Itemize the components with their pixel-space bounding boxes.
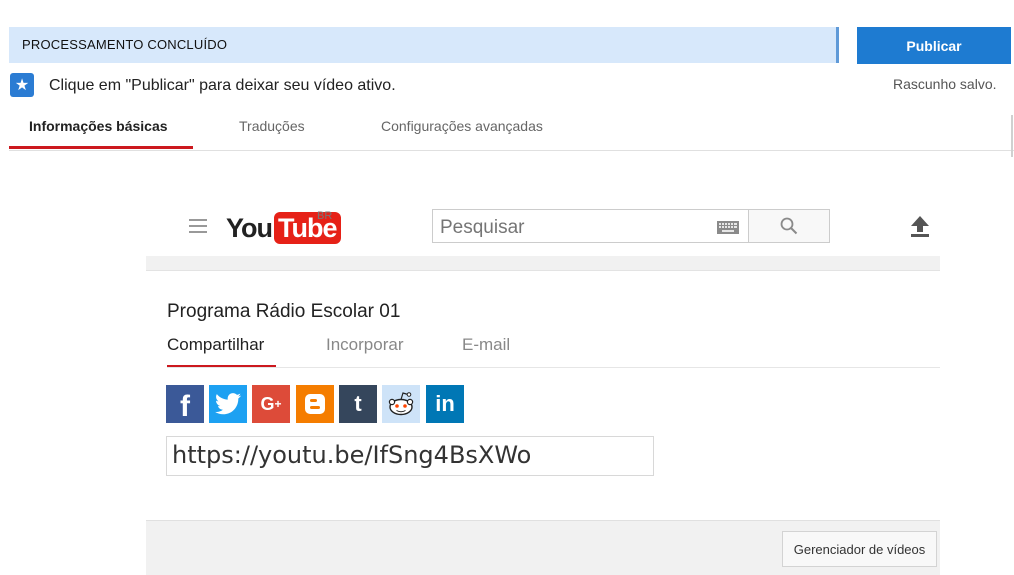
draft-status: Rascunho salvo.: [893, 76, 997, 92]
tab-advanced-settings[interactable]: Configurações avançadas: [381, 118, 543, 134]
region-label: BR: [317, 210, 333, 222]
blogger-icon[interactable]: [296, 385, 334, 423]
upload-icon[interactable]: [909, 214, 931, 238]
reddit-icon[interactable]: [382, 385, 420, 423]
menu-icon[interactable]: [189, 219, 207, 237]
header-separator: [146, 256, 940, 271]
video-title: Programa Rádio Escolar 01: [167, 301, 401, 322]
video-manager-button[interactable]: Gerenciador de vídeos: [782, 531, 937, 567]
keyboard-icon[interactable]: [717, 221, 739, 234]
share-tabs-divider: [167, 367, 940, 368]
facebook-icon[interactable]: f: [166, 385, 204, 423]
publish-button[interactable]: Publicar: [857, 27, 1011, 64]
search-button[interactable]: [748, 209, 830, 243]
star-icon: ★: [10, 73, 34, 97]
share-url-input[interactable]: [172, 441, 642, 469]
twitter-icon[interactable]: [209, 385, 247, 423]
tab-translations[interactable]: Traduções: [239, 118, 305, 134]
linkedin-icon[interactable]: in: [426, 385, 464, 423]
scrollbar[interactable]: [1011, 115, 1013, 157]
info-message: Clique em "Publicar" para deixar seu víd…: [49, 77, 396, 94]
tab-embed[interactable]: Incorporar: [326, 335, 403, 355]
tumblr-icon[interactable]: t: [339, 385, 377, 423]
search-icon: [780, 217, 798, 235]
logo-you: You: [226, 212, 273, 243]
tab-email[interactable]: E-mail: [462, 335, 510, 355]
tab-share[interactable]: Compartilhar: [167, 335, 264, 355]
google-plus-icon[interactable]: G +: [252, 385, 290, 423]
tabs-divider: [9, 150, 1014, 151]
search-input[interactable]: [440, 217, 700, 239]
tab-basic-info[interactable]: Informações básicas: [29, 118, 168, 134]
processing-status: PROCESSAMENTO CONCLUÍDO: [22, 37, 228, 52]
active-tab-indicator: [9, 146, 193, 149]
